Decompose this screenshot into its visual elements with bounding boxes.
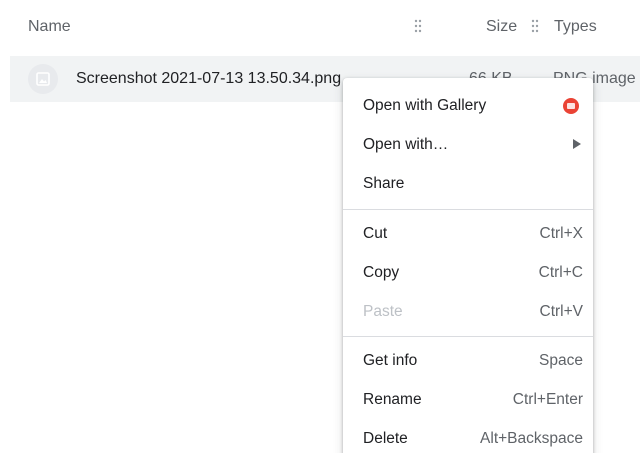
submenu-arrow-icon bbox=[573, 139, 581, 149]
menu-item-get-info[interactable]: Get info Space bbox=[343, 342, 593, 380]
menu-item-shortcut: Ctrl+Enter bbox=[512, 391, 583, 408]
column-header-row: Name Size Types bbox=[0, 0, 640, 54]
menu-item-label: Cut bbox=[363, 225, 388, 242]
column-resize-handle-icon[interactable] bbox=[531, 19, 539, 33]
column-resize-handle-icon[interactable] bbox=[414, 19, 422, 33]
column-header-name[interactable]: Name bbox=[28, 18, 71, 36]
menu-item-label: Open with Gallery bbox=[363, 97, 487, 114]
menu-item-label: Share bbox=[363, 175, 405, 192]
menu-item-shortcut: Ctrl+V bbox=[539, 303, 584, 320]
menu-item-shortcut: Space bbox=[539, 352, 583, 369]
menu-item-label: Delete bbox=[363, 430, 408, 447]
menu-item-rename[interactable]: Rename Ctrl+Enter bbox=[343, 381, 593, 419]
file-name: Screenshot 2021-07-13 13.50.34.png bbox=[76, 70, 342, 87]
image-file-icon bbox=[28, 64, 58, 94]
menu-item-share[interactable]: Share bbox=[343, 165, 593, 203]
menu-item-shortcut: Ctrl+C bbox=[538, 264, 583, 281]
menu-item-shortcut: Ctrl+X bbox=[539, 225, 584, 242]
menu-item-label: Open with… bbox=[363, 136, 449, 153]
menu-item-shortcut: Alt+Backspace bbox=[480, 430, 583, 447]
menu-item-copy[interactable]: Copy Ctrl+C bbox=[343, 254, 593, 292]
column-header-types[interactable]: Types bbox=[554, 18, 597, 36]
menu-item-cut[interactable]: Cut Ctrl+X bbox=[343, 215, 593, 253]
column-header-size[interactable]: Size bbox=[486, 18, 517, 36]
menu-item-open-with-gallery[interactable]: Open with Gallery bbox=[343, 87, 593, 125]
menu-separator bbox=[343, 336, 593, 337]
gallery-app-icon bbox=[563, 98, 579, 114]
menu-item-paste: Paste Ctrl+V bbox=[343, 293, 593, 331]
menu-item-label: Copy bbox=[363, 264, 400, 281]
menu-item-open-with[interactable]: Open with… bbox=[343, 126, 593, 164]
files-app: Name Size Types Screenshot 2021-07-13 13… bbox=[0, 0, 640, 453]
menu-item-delete[interactable]: Delete Alt+Backspace bbox=[343, 420, 593, 453]
menu-item-label: Rename bbox=[363, 391, 422, 408]
menu-separator bbox=[343, 209, 593, 210]
menu-item-label: Paste bbox=[363, 303, 403, 320]
context-menu: Open with Gallery Open with… Share Cut C… bbox=[343, 78, 593, 453]
menu-item-label: Get info bbox=[363, 352, 418, 369]
